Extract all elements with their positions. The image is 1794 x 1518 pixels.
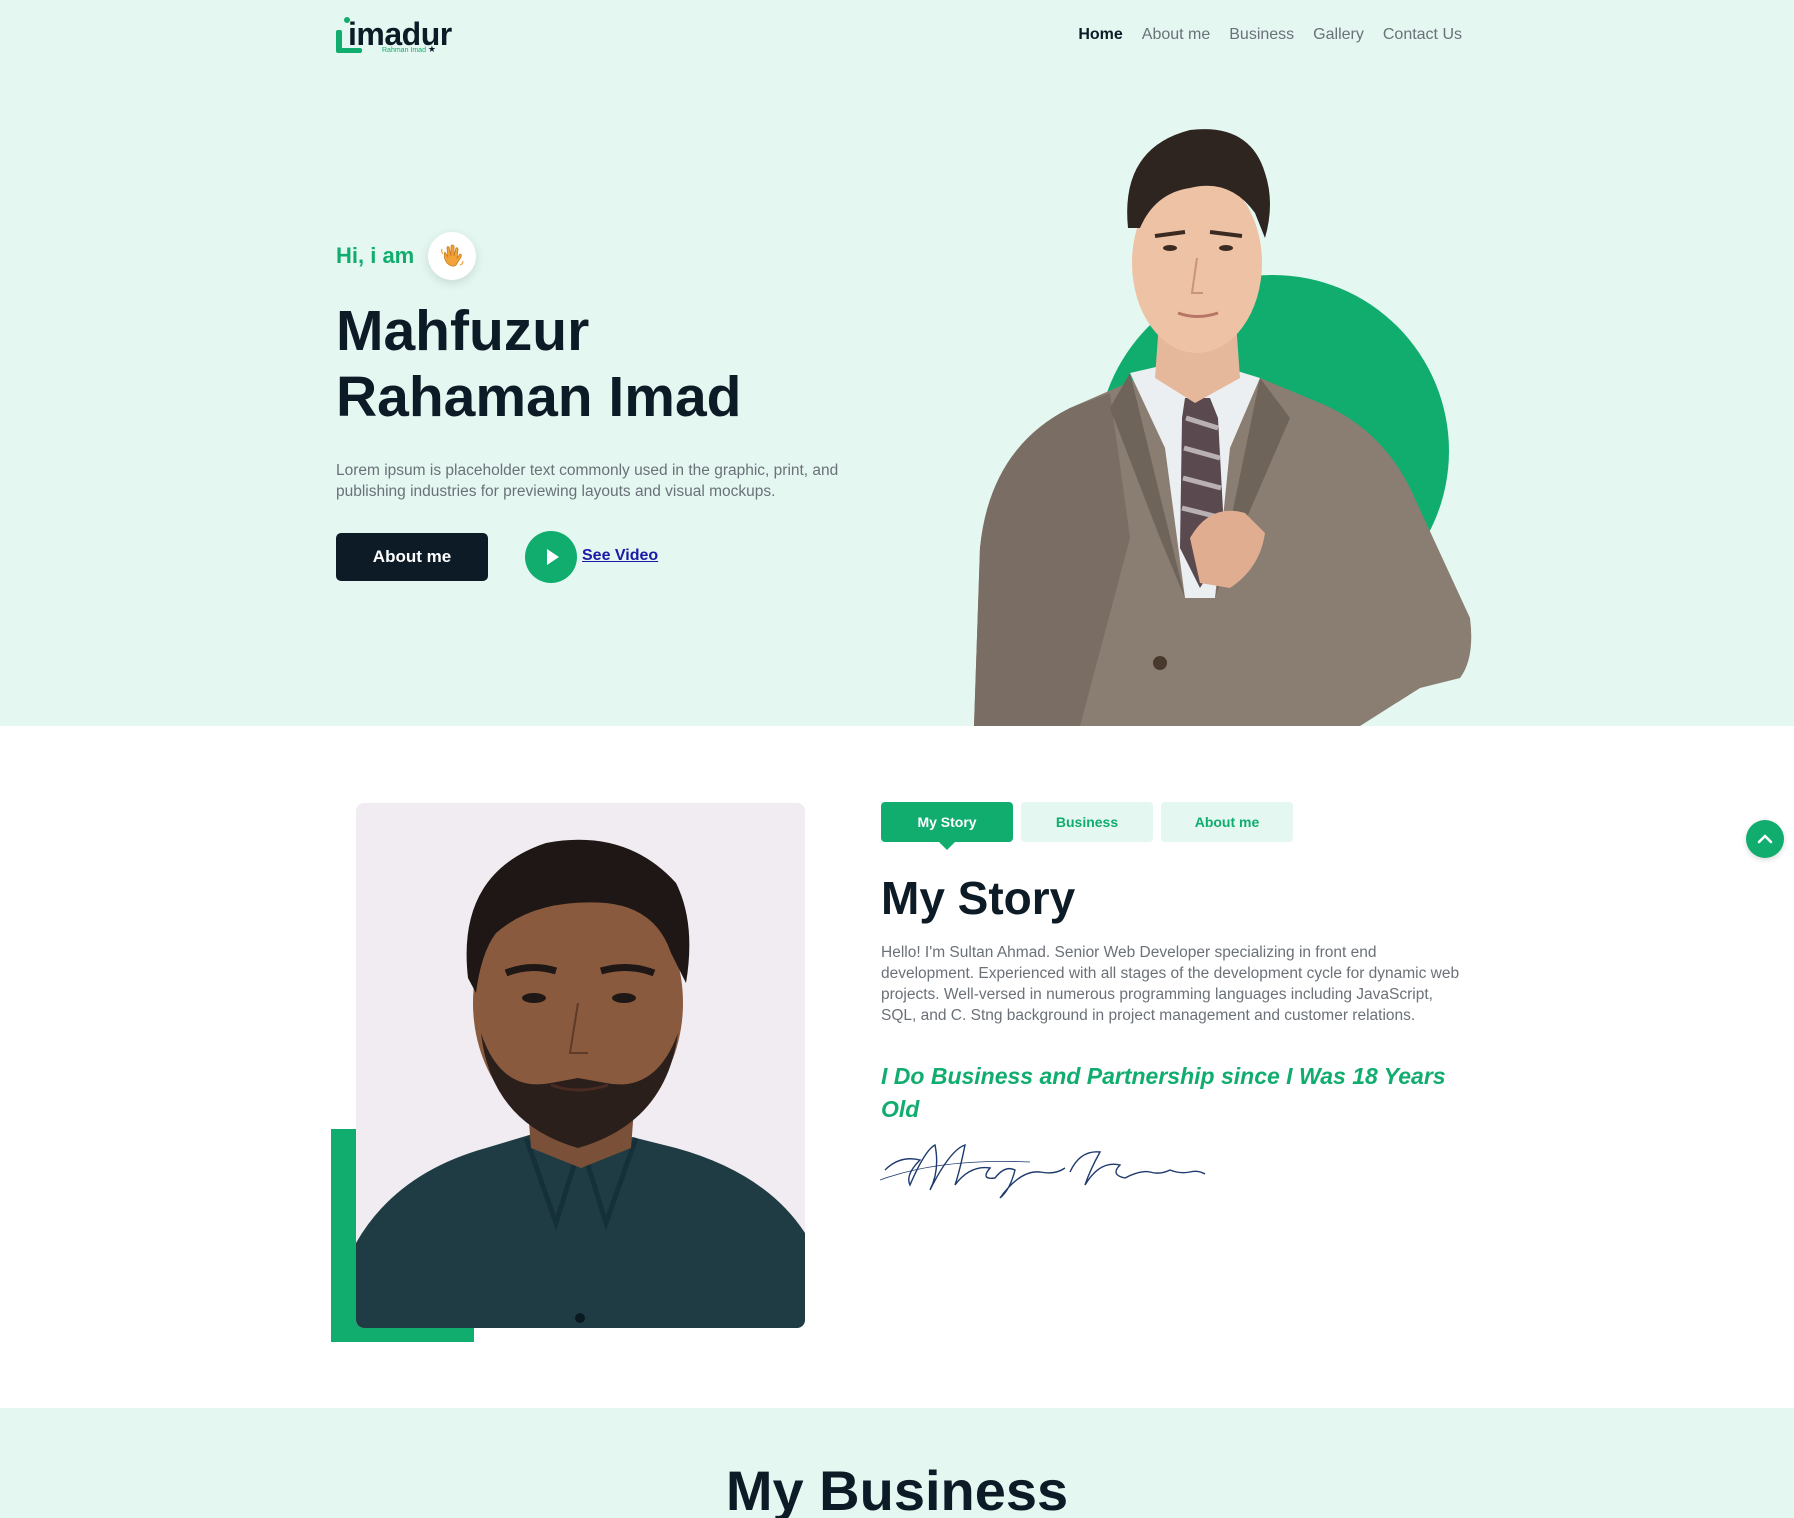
story-portrait bbox=[356, 803, 805, 1328]
story-body: Hello! I'm Sultan Ahmad. Senior Web Deve… bbox=[881, 944, 1460, 1024]
logo-subtext: Rahman Imad ★ bbox=[382, 44, 436, 54]
hero-section: imadur Rahman Imad ★ Home About me Busin… bbox=[0, 0, 1794, 726]
story-title: My Story bbox=[881, 872, 1076, 924]
story-tabs: My Story Business About me bbox=[881, 802, 1293, 850]
tab-about-me[interactable]: About me bbox=[1161, 802, 1293, 842]
greeting: Hi, i am bbox=[336, 232, 477, 280]
greeting-text: Hi, i am bbox=[336, 243, 415, 268]
logo[interactable]: imadur Rahman Imad ★ bbox=[336, 14, 456, 56]
scroll-to-top-button[interactable] bbox=[1746, 820, 1784, 858]
hero-name: Mahfuzur Rahaman Imad bbox=[336, 299, 742, 429]
signature bbox=[880, 1143, 1206, 1199]
business-section: My Business bbox=[0, 1408, 1794, 1518]
nav-gallery[interactable]: Gallery bbox=[1313, 24, 1364, 46]
tab-business[interactable]: Business bbox=[1021, 802, 1153, 842]
main-nav: Home About me Business Gallery Contact U… bbox=[1078, 24, 1462, 46]
about-me-button[interactable]: About me bbox=[336, 533, 488, 581]
nav-home[interactable]: Home bbox=[1078, 24, 1122, 46]
star-icon: ★ bbox=[427, 44, 436, 54]
nav-about-me[interactable]: About me bbox=[1142, 24, 1210, 46]
page: imadur Rahman Imad ★ Home About me Busin… bbox=[0, 0, 1794, 1518]
hero-portrait bbox=[974, 129, 1472, 726]
see-video-link[interactable]: See Video bbox=[582, 547, 658, 565]
tab-my-story[interactable]: My Story bbox=[881, 802, 1013, 850]
play-video-button[interactable] bbox=[525, 531, 577, 583]
business-title: My Business bbox=[725, 1459, 1069, 1518]
story-quote: I Do Business and Partnership since I Wa… bbox=[881, 1063, 1446, 1122]
waving-hand-icon bbox=[428, 232, 477, 280]
chevron-up-icon bbox=[1757, 834, 1773, 844]
nav-business[interactable]: Business bbox=[1229, 24, 1294, 46]
play-icon bbox=[547, 549, 559, 565]
nav-contact-us[interactable]: Contact Us bbox=[1383, 24, 1462, 46]
hero-description: Lorem ipsum is placeholder text commonly… bbox=[336, 462, 839, 500]
